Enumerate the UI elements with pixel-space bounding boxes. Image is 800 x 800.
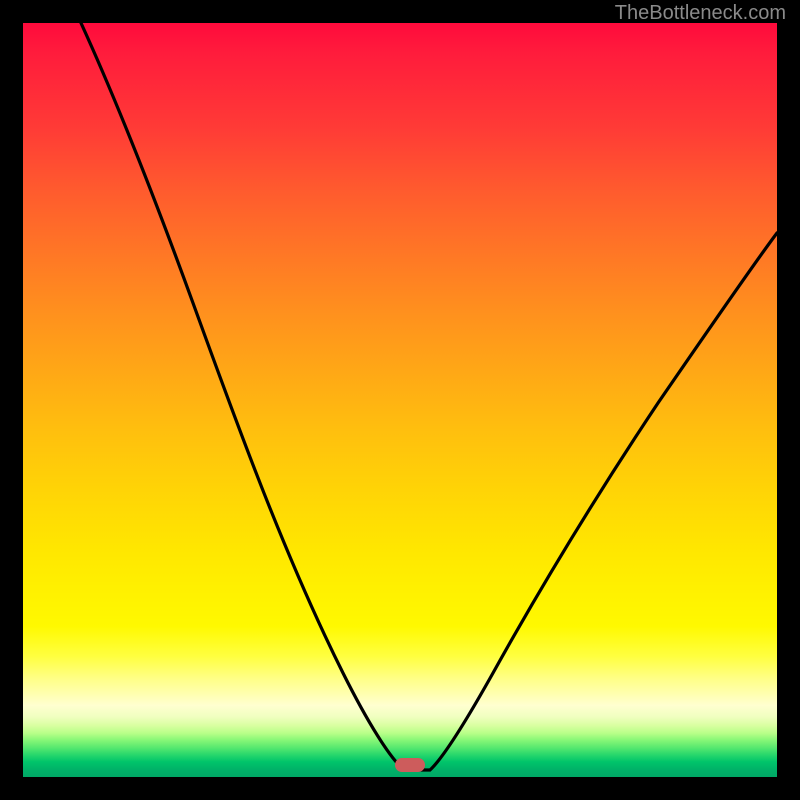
curve-path	[81, 23, 777, 770]
watermark-text: TheBottleneck.com	[615, 2, 786, 25]
chart-frame: TheBottleneck.com	[0, 0, 800, 800]
bottleneck-curve	[23, 23, 777, 777]
optimal-marker	[395, 758, 425, 772]
